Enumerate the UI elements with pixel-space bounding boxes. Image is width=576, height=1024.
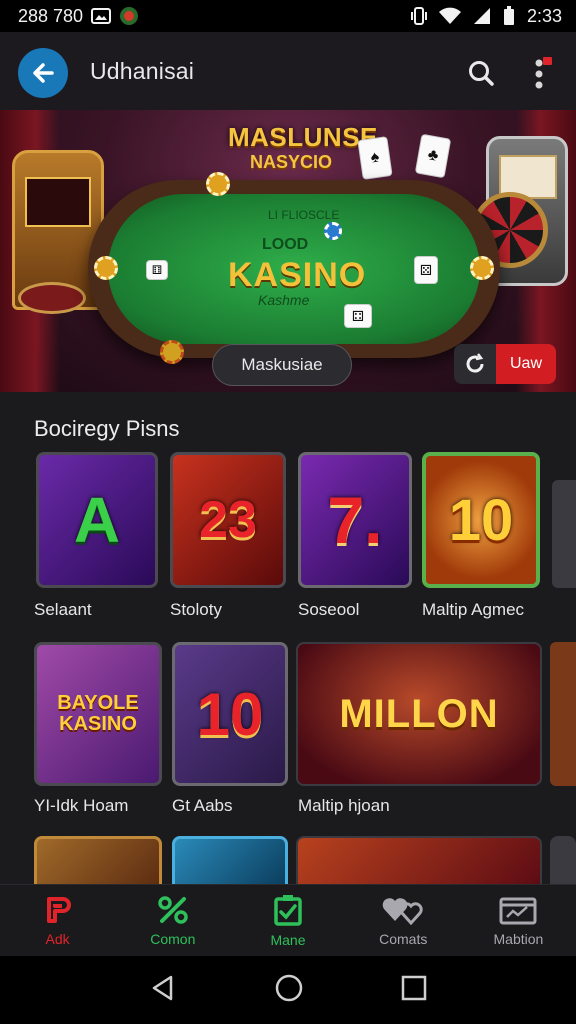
- p-logo-icon: [46, 896, 71, 923]
- nav-back-icon[interactable]: [149, 974, 177, 1007]
- nav-item-home[interactable]: Adk: [0, 885, 115, 956]
- chip-icon: [160, 340, 184, 364]
- game-label: Stoloty: [170, 600, 222, 619]
- game-tile[interactable]: MILLON: [296, 642, 542, 786]
- bottom-navigation: Adk Comon Mane Comats Mabtion: [0, 884, 576, 956]
- game-art: BAYOLE KASINO: [57, 692, 139, 735]
- game-tile[interactable]: BAYOLE KASINO: [34, 642, 162, 786]
- chip-icon: [470, 256, 494, 280]
- nav-label: Comats: [379, 930, 428, 947]
- game-art: 10: [448, 487, 514, 553]
- arrow-left-icon: [33, 63, 54, 83]
- wallet-icon: [499, 897, 537, 924]
- game-label: Selaant: [34, 600, 92, 619]
- game-label: Maltip Agmec: [422, 600, 525, 619]
- game-art: 10: [196, 680, 264, 748]
- more-options-button[interactable]: [522, 52, 558, 96]
- nav-label: Adk: [45, 930, 70, 947]
- nav-label: Comon: [150, 930, 196, 947]
- dice-icon: ⚃: [344, 304, 372, 328]
- battery-icon: [503, 6, 515, 26]
- hero-banner[interactable]: MASLUNSE NASYCIO ♠ ♣ LI FLIOSCLE LOOD KA…: [0, 110, 576, 392]
- app-bar: Udhanisai: [0, 32, 576, 110]
- game-tile[interactable]: 10: [172, 642, 288, 786]
- nav-home-icon[interactable]: [274, 973, 304, 1008]
- chip-icon: [94, 256, 118, 280]
- game-tile[interactable]: [34, 836, 162, 884]
- signal-icon: [473, 7, 491, 25]
- refresh-icon: [454, 344, 496, 384]
- section-title: Bociregy Pisns: [34, 416, 180, 441]
- wifi-icon: [438, 7, 461, 25]
- back-button[interactable]: [18, 48, 68, 98]
- nav-label: Mabtion: [493, 930, 544, 947]
- game-art: 7.: [327, 483, 383, 557]
- live-toggle-label: Uaw: [496, 344, 556, 384]
- game-tile[interactable]: [172, 836, 288, 884]
- hero-subheadline: NASYCIO: [250, 152, 333, 172]
- felt-main-title: KASINO: [228, 256, 367, 294]
- dice-icon: ⚄: [414, 256, 438, 284]
- game-tile[interactable]: A: [36, 452, 158, 588]
- check-box-icon: [274, 894, 302, 926]
- live-toggle[interactable]: Uaw: [454, 344, 556, 384]
- nav-item-wallet[interactable]: Mabtion: [461, 885, 576, 956]
- game-tile-partial[interactable]: [550, 642, 576, 786]
- game-label: Soseool: [298, 600, 360, 619]
- games-section: Bociregy Pisns A 23 7. 10 Selaant Stolot…: [0, 392, 576, 884]
- nav-item-favorites[interactable]: Comats: [346, 885, 461, 956]
- nav-item-promotions[interactable]: Comon: [115, 885, 230, 956]
- dice-icon: ⚅: [146, 260, 168, 280]
- game-label: Gt Aabs: [172, 796, 233, 815]
- search-button[interactable]: [462, 54, 500, 92]
- felt-top-text: LI FLIOSCLE: [268, 208, 340, 222]
- hero-action-pill[interactable]: Maskusiae: [212, 344, 352, 386]
- hearts-icon: [382, 897, 423, 925]
- nav-recents-icon[interactable]: [401, 975, 427, 1006]
- status-bar: 288 780 2:33: [0, 0, 576, 32]
- game-art: A: [73, 484, 121, 556]
- game-tile-partial[interactable]: [552, 480, 576, 588]
- game-tile[interactable]: 10: [422, 452, 540, 588]
- chip-icon: [324, 222, 342, 240]
- game-label: YI-Idk Hoam: [34, 796, 129, 815]
- game-label: Maltip hjoan: [298, 796, 390, 815]
- percent-icon: [158, 895, 188, 924]
- more-vert-icon: [535, 57, 552, 89]
- status-time: 288 780: [18, 5, 84, 26]
- playing-card: ♣: [414, 133, 452, 179]
- nav-item-tasks[interactable]: Mane: [230, 885, 345, 956]
- game-tile[interactable]: 7.: [298, 452, 412, 588]
- search-icon: [469, 61, 494, 86]
- photo-icon: [91, 7, 112, 25]
- system-navigation-bar: [0, 956, 576, 1024]
- chip-icon: [206, 172, 230, 196]
- vibrate-icon: [410, 6, 427, 26]
- status-clock: 2:33: [526, 5, 562, 26]
- game-tile[interactable]: [296, 836, 542, 884]
- felt-small-text: LOOD: [262, 236, 309, 253]
- felt-subtitle: Kashme: [258, 292, 310, 308]
- game-art: MILLON: [339, 691, 499, 736]
- game-tile-partial[interactable]: [550, 836, 576, 884]
- roulette-table-left: [18, 282, 86, 314]
- playing-card: ♠: [357, 136, 393, 180]
- game-art: 23: [199, 491, 257, 549]
- page-title: Udhanisai: [90, 58, 195, 84]
- hero-headline: MASLUNSE: [228, 122, 378, 152]
- nav-label: Mane: [270, 931, 306, 948]
- game-tile[interactable]: 23: [170, 452, 286, 588]
- app-badge-icon: [119, 6, 139, 26]
